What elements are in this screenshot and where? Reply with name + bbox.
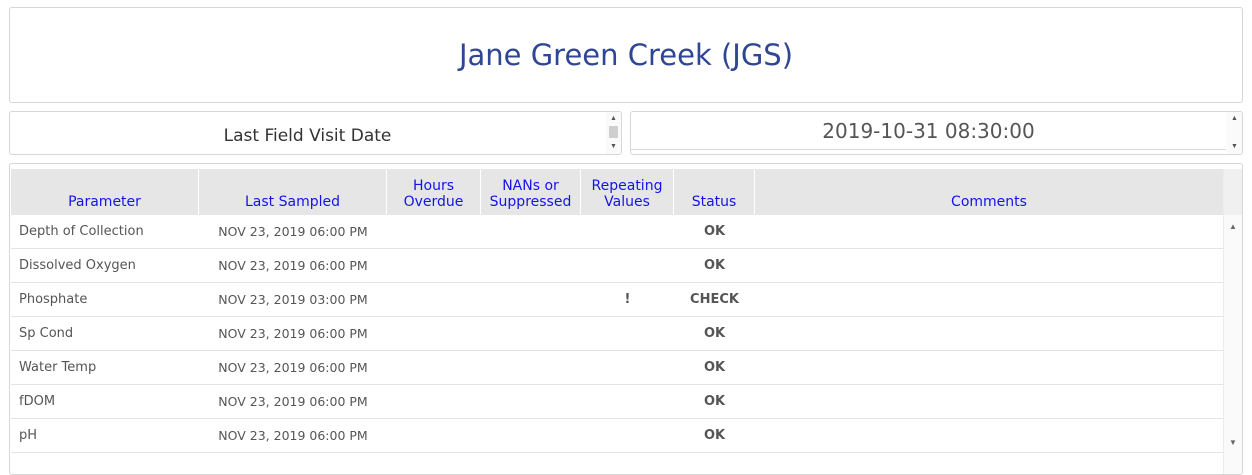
cell-nans-suppressed	[481, 215, 581, 248]
cell-parameter: Water Temp	[19, 360, 97, 375]
cell-last-sampled: NOV 23, 2019 06:00 PM	[218, 428, 368, 443]
header-repeating-values[interactable]: Repeating Values	[581, 169, 674, 215]
cell-hours-overdue	[387, 283, 481, 316]
cell-status: OK	[703, 258, 726, 273]
cell-hours-overdue	[387, 317, 481, 350]
cell-comments	[755, 385, 1223, 418]
cell-hours-overdue	[387, 215, 481, 248]
label-scrollbar[interactable]: ▲ ▼	[606, 112, 621, 154]
scroll-up-icon[interactable]: ▲	[606, 114, 621, 124]
table-row[interactable]: Dissolved Oxygen NOV 23, 2019 06:00 PM OK	[11, 249, 1223, 283]
cell-last-sampled: NOV 23, 2019 06:00 PM	[218, 224, 368, 239]
cell-status: OK	[703, 394, 726, 409]
table-row[interactable]: Water Temp NOV 23, 2019 06:00 PM OK	[11, 351, 1223, 385]
cell-parameter: Dissolved Oxygen	[19, 258, 136, 273]
cell-comments	[755, 419, 1223, 452]
cell-hours-overdue	[387, 351, 481, 384]
cell-last-sampled: NOV 23, 2019 06:00 PM	[218, 394, 368, 409]
scrollbar-header-spacer	[1224, 169, 1242, 215]
cell-comments	[755, 249, 1223, 282]
last-visit-label-box: Last Field Visit Date ▲ ▼	[9, 111, 622, 155]
header-comments[interactable]: Comments	[755, 169, 1223, 215]
cell-repeating-values	[581, 215, 674, 248]
cell-parameter: Phosphate	[19, 292, 88, 307]
header-nans-suppressed[interactable]: NANs or Suppressed	[481, 169, 581, 215]
table-row[interactable]: Phosphate NOV 23, 2019 03:00 PM! CHECK	[11, 283, 1223, 317]
cell-comments	[755, 351, 1223, 384]
cell-repeating-values	[581, 351, 674, 384]
scroll-down-icon[interactable]: ▼	[1227, 142, 1242, 152]
cell-comments	[755, 317, 1223, 350]
header-status[interactable]: Status	[674, 169, 755, 215]
cell-repeating-values	[581, 249, 674, 282]
cell-nans-suppressed	[481, 249, 581, 282]
cell-last-sampled: NOV 23, 2019 03:00 PM	[218, 292, 368, 307]
date-scrollbar[interactable]: ▲ ▼	[1227, 112, 1242, 154]
cell-repeating-values	[581, 419, 674, 452]
cell-last-sampled: NOV 23, 2019 06:00 PM	[218, 360, 368, 375]
parameter-status-table: Parameter Last Sampled Hours Overdue NAN…	[9, 163, 1243, 475]
cell-nans-suppressed	[481, 419, 581, 452]
cell-last-sampled: NOV 23, 2019 06:00 PM	[218, 258, 368, 273]
scroll-down-icon[interactable]: ▼	[606, 142, 621, 152]
table-row[interactable]: pH NOV 23, 2019 06:00 PM OK	[11, 419, 1223, 453]
cell-hours-overdue	[387, 249, 481, 282]
scroll-up-icon[interactable]: ▲	[1227, 114, 1242, 124]
cell-parameter: pH	[19, 428, 38, 443]
cell-nans-suppressed	[481, 351, 581, 384]
last-visit-label: Last Field Visit Date	[223, 126, 392, 146]
cell-repeating-values	[581, 317, 674, 350]
cell-hours-overdue	[387, 419, 481, 452]
cell-nans-suppressed	[481, 385, 581, 418]
last-visit-date-box: 2019-10-31 08:30:00 ▲ ▼	[630, 111, 1243, 155]
cell-status: OK	[703, 224, 726, 239]
table-row[interactable]: fDOM NOV 23, 2019 06:00 PM OK	[11, 385, 1223, 419]
cell-status: OK	[703, 360, 726, 375]
table-header: Parameter Last Sampled Hours Overdue NAN…	[11, 169, 1223, 215]
cell-hours-overdue	[387, 385, 481, 418]
cell-parameter: Sp Cond	[19, 326, 74, 341]
cell-status: OK	[703, 326, 726, 341]
scroll-up-icon[interactable]: ▲	[1224, 221, 1242, 233]
site-title-card: Jane Green Creek (JGS)	[9, 7, 1243, 103]
page-title: Jane Green Creek (JGS)	[458, 38, 794, 72]
table-scrollbar[interactable]: ▲ ▼	[1223, 169, 1242, 474]
scroll-down-icon[interactable]: ▼	[1224, 437, 1242, 449]
table-row[interactable]: Depth of Collection NOV 23, 2019 06:00 PM…	[11, 215, 1223, 249]
header-hours-overdue[interactable]: Hours Overdue	[387, 169, 481, 215]
cell-repeating-values	[581, 385, 674, 418]
cell-nans-suppressed	[481, 317, 581, 350]
cell-comments	[755, 283, 1223, 316]
cell-parameter: Depth of Collection	[19, 224, 144, 239]
cell-repeating-values: !	[624, 292, 631, 307]
date-underline	[631, 149, 1226, 150]
cell-nans-suppressed	[481, 283, 581, 316]
header-parameter[interactable]: Parameter	[11, 169, 199, 215]
cell-comments	[755, 215, 1223, 248]
cell-status: CHECK	[690, 292, 739, 307]
cell-parameter: fDOM	[19, 394, 56, 409]
last-visit-date: 2019-10-31 08:30:00	[822, 119, 1035, 143]
cell-status: OK	[703, 428, 726, 443]
header-last-sampled[interactable]: Last Sampled	[199, 169, 387, 215]
table-body: Depth of Collection NOV 23, 2019 06:00 PM…	[11, 215, 1223, 453]
scrollbar-thumb[interactable]	[609, 126, 618, 138]
table-row[interactable]: Sp Cond NOV 23, 2019 06:00 PM OK	[11, 317, 1223, 351]
cell-last-sampled: NOV 23, 2019 06:00 PM	[218, 326, 368, 341]
